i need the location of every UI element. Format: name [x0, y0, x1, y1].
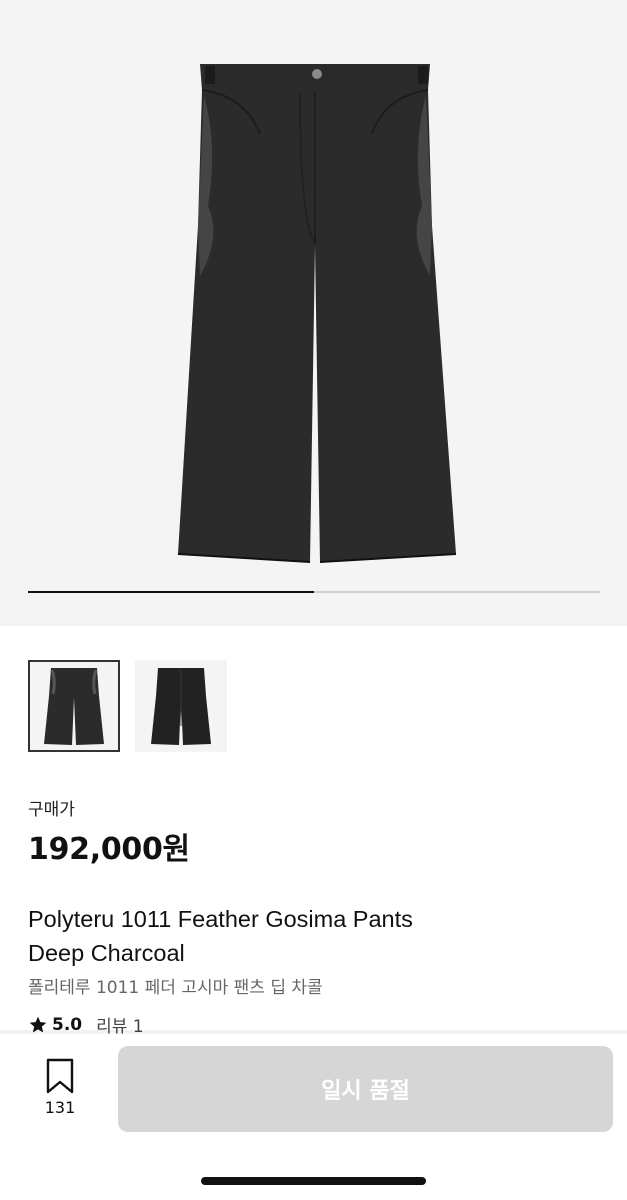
- thumbnail-list: [28, 660, 227, 752]
- pants-thumbnail-image: [151, 668, 211, 745]
- gallery-progress-track: [28, 591, 600, 593]
- product-image-gallery[interactable]: [0, 0, 627, 626]
- sold-out-button[interactable]: 일시 품절: [118, 1046, 613, 1132]
- product-title: Polyteru 1011 Feather Gosima Pants Deep …: [28, 902, 608, 970]
- bookmark-button[interactable]: 131: [38, 1058, 82, 1117]
- product-price: 192,000원: [28, 832, 190, 867]
- price-label: 구매가: [28, 800, 75, 820]
- product-title-line2: Deep Charcoal: [28, 940, 185, 966]
- home-indicator: [201, 1177, 426, 1185]
- pants-image: [177, 64, 457, 563]
- thumbnail-front[interactable]: [28, 660, 120, 752]
- pants-thumbnail-image: [44, 668, 104, 745]
- bookmark-count: 131: [44, 1098, 76, 1117]
- gallery-progress-fill: [28, 591, 314, 593]
- thumbnail-back[interactable]: [135, 660, 227, 752]
- product-title-line1: Polyteru 1011 Feather Gosima Pants: [28, 906, 413, 932]
- product-title-korean: 폴리테루 1011 페더 고시마 팬츠 딥 차콜: [28, 978, 323, 998]
- bookmark-icon: [46, 1058, 74, 1094]
